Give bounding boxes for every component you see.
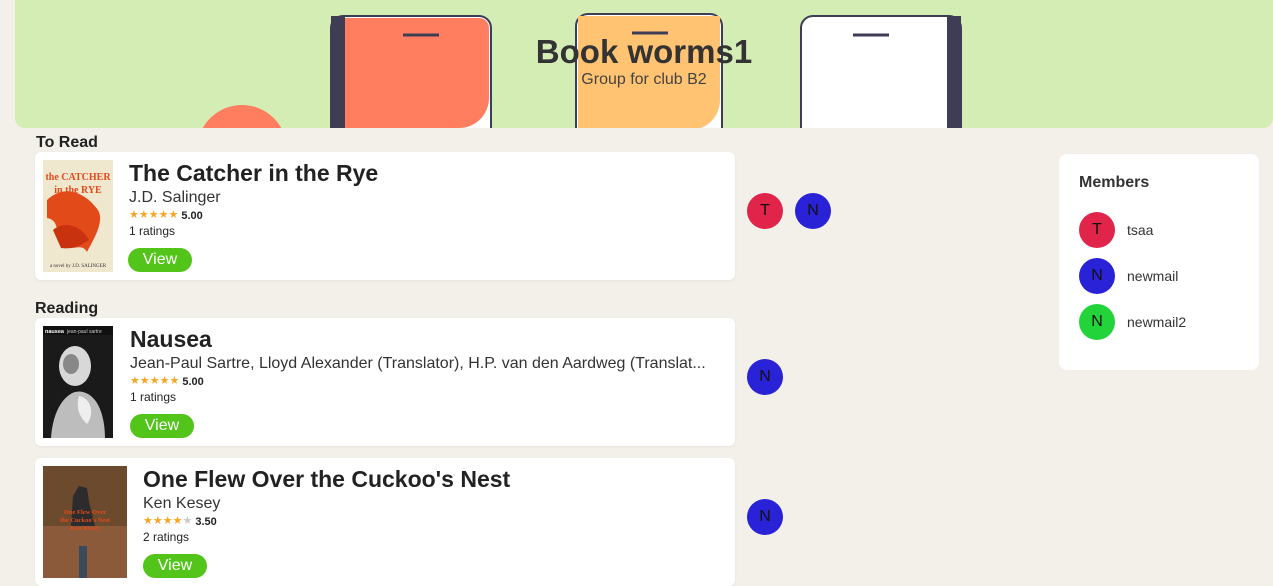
rating-value: 5.00 <box>182 375 204 388</box>
member-item[interactable]: T tsaa <box>1079 212 1153 248</box>
star-icon: ★ <box>152 515 163 527</box>
svg-text:jean-paul sartre: jean-paul sartre <box>66 329 102 335</box>
ratings-count: 1 ratings <box>130 390 177 404</box>
star-icon: ★ <box>149 375 160 387</box>
book-title: The Catcher in the Rye <box>129 160 379 186</box>
svg-text:nausea: nausea <box>45 329 65 335</box>
book-card: nausea jean-paul sartre Nausea Jean-Paul… <box>35 318 735 446</box>
book-rating: ★ ★ ★ ★ ★ 5.00 <box>129 209 715 222</box>
star-icon: ★ <box>138 209 149 221</box>
book-card: One Flew Over the Cuckoo's Nest Ken Kese… <box>35 458 735 586</box>
svg-text:One Flew Over: One Flew Over <box>64 509 106 516</box>
rating-value: 5.00 <box>181 209 203 222</box>
book-card: the CATCHER in the RYE a novel by J.D. S… <box>35 152 735 280</box>
star-icon: ★ <box>158 209 169 221</box>
star-icon: ★ <box>168 209 179 221</box>
book-title: Nausea <box>130 326 212 352</box>
section-reading: Reading <box>35 300 99 317</box>
svg-text:in the RYE: in the RYE <box>54 185 102 196</box>
reader-avatar: N <box>747 359 783 395</box>
book-rating: ★ ★ ★ ★ ★ 3.50 <box>143 515 715 528</box>
members-panel: Members T tsaa N newmail N newmail2 <box>1059 154 1259 370</box>
member-item[interactable]: N newmail <box>1079 258 1178 294</box>
book-cover: the CATCHER in the RYE a novel by J.D. S… <box>43 160 113 272</box>
member-avatar: T <box>1079 212 1115 248</box>
view-button[interactable]: View <box>130 414 194 438</box>
star-icon: ★ <box>172 515 183 527</box>
member-name: newmail2 <box>1127 314 1187 330</box>
ratings-count: 2 ratings <box>143 530 190 544</box>
star-rating: ★ ★ ★ ★ ★ <box>143 516 192 527</box>
members-title: Members <box>1079 174 1150 191</box>
member-name: tsaa <box>1127 222 1154 238</box>
ratings-count: 1 ratings <box>129 224 176 238</box>
star-icon: ★ <box>162 515 173 527</box>
view-button[interactable]: View <box>128 248 192 272</box>
member-item[interactable]: N newmail2 <box>1079 304 1186 340</box>
book-author: Ken Kesey <box>143 495 221 512</box>
svg-text:Ken Kesey: Ken Kesey <box>70 525 101 532</box>
star-icon: ★ <box>159 375 170 387</box>
member-avatar: N <box>1079 258 1115 294</box>
star-rating: ★ ★ ★ ★ ★ <box>129 210 178 221</box>
svg-text:the CATCHER: the CATCHER <box>45 172 111 183</box>
star-icon: ★ <box>143 515 153 527</box>
star-icon: ★ <box>129 209 139 221</box>
book-author: J.D. Salinger <box>129 189 221 206</box>
group-banner: Book worms1 Group for club B2 <box>15 0 1273 128</box>
book-rating: ★ ★ ★ ★ ★ 5.00 <box>130 375 715 388</box>
section-to-read: To Read <box>36 134 98 151</box>
star-icon: ★ <box>130 375 140 387</box>
star-icon: ★ <box>182 515 193 527</box>
group-title: Book worms1 <box>535 33 753 70</box>
star-icon: ★ <box>148 209 159 221</box>
member-avatar: N <box>1079 304 1115 340</box>
book-author: Jean-Paul Sartre, Lloyd Alexander (Trans… <box>130 355 706 372</box>
reader-avatar: N <box>795 193 831 229</box>
book-title: One Flew Over the Cuckoo's Nest <box>143 466 511 492</box>
member-name: newmail <box>1127 268 1179 284</box>
star-icon: ★ <box>169 375 180 387</box>
book-cover: One Flew Over the Cuckoo's Nest Ken Kese… <box>43 466 127 578</box>
group-subtitle: Group for club B2 <box>581 71 707 88</box>
reader-avatar: T <box>747 193 783 229</box>
view-button[interactable]: View <box>143 554 207 578</box>
svg-text:the Cuckoo's Nest: the Cuckoo's Nest <box>60 517 111 524</box>
rating-value: 3.50 <box>195 515 217 528</box>
star-icon: ★ <box>139 375 150 387</box>
reader-avatar: N <box>747 499 783 535</box>
svg-text:a novel by J.D. SALINGER: a novel by J.D. SALINGER <box>50 264 107 269</box>
book-cover: nausea jean-paul sartre <box>43 326 113 438</box>
star-rating: ★ ★ ★ ★ ★ <box>130 376 179 387</box>
